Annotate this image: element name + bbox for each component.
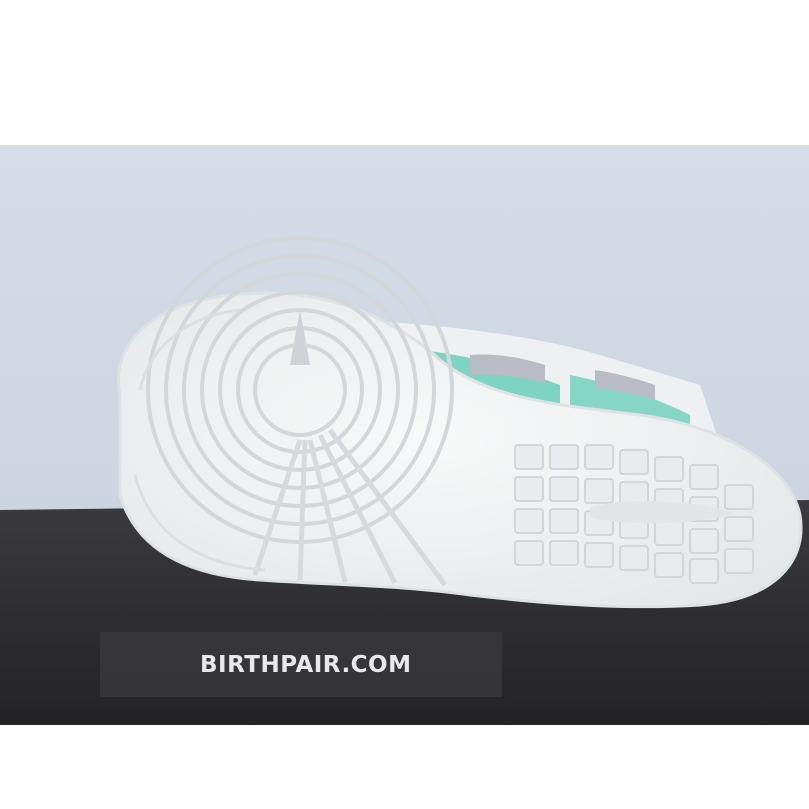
watermark-text: BIRTHPAIR.COM bbox=[200, 651, 412, 678]
watermark-banner: BIRTHPAIR.COM bbox=[100, 632, 502, 697]
image-frame: BIRTHPAIR.COM bbox=[0, 0, 809, 809]
